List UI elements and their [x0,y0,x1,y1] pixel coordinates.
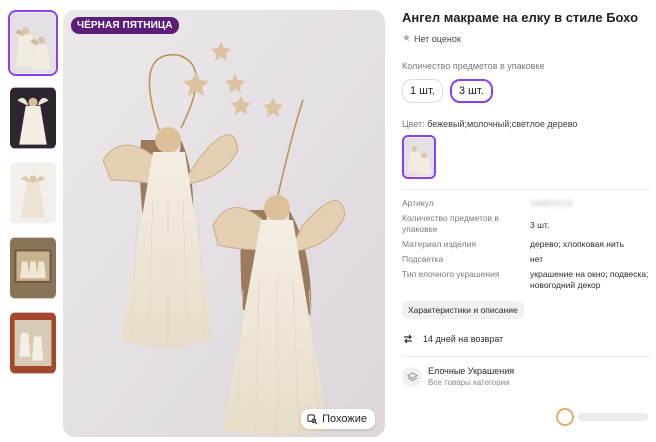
spec-value: нет [530,254,544,264]
characteristics-button[interactable]: Характеристики и описание [402,301,524,319]
category-link[interactable]: Елочные Украшения Все товары категории [402,366,652,388]
category-name: Елочные Украшения [428,366,515,376]
watermark-icon [556,408,574,426]
return-text: 14 дней на возврат [423,334,504,344]
category-sub: Все товары категории [428,378,510,387]
spec-key: Количество предметов в упаковке [402,213,500,234]
thumbnail-list [8,10,60,385]
thumbnail-5-image [10,312,56,374]
spec-row: Артикул 184902218 [402,198,652,209]
thumbnail-2-image [10,87,56,149]
spec-key: Материал изделия [402,239,476,249]
thumbnail-3[interactable] [8,160,58,226]
similar-button[interactable]: Похожие [301,409,375,429]
spec-row: Подсветка нет [402,254,652,265]
star-icon: ★ [402,33,411,44]
layers-icon [406,371,418,381]
spec-value: украшение на окно; подвеска; новогодний … [530,269,649,290]
spec-key: Артикул [402,198,434,208]
thumbnail-4[interactable] [8,235,58,301]
category-text: Елочные Украшения Все товары категории [428,366,514,388]
spec-row: Материал изделия дерево; хлопковая нить [402,239,652,250]
product-info: Ангел макраме на елку в стиле Бохо ★ Нет… [402,10,652,388]
color-line: Цвет: бежевый;молочный;светлое дерево [402,119,652,129]
watermark-logo [556,405,652,429]
spec-value: 3 шт. [530,220,550,230]
rating[interactable]: ★ Нет оценок [402,33,652,44]
product-title: Ангел макраме на елку в стиле Бохо [402,10,639,25]
watermark-text [578,413,648,421]
specs-list: Артикул 184902218 Количество предметов в… [402,198,652,291]
angel-macrame-photo [63,10,385,437]
category-icon [402,367,422,387]
qty-options: 1 шт. 3 шт. [402,79,652,103]
spec-row: Тип елочного украшения украшение на окно… [402,269,652,291]
divider [402,189,652,190]
color-swatch[interactable] [402,135,436,179]
rating-text: Нет оценок [413,33,461,44]
thumbnail-4-image [10,237,56,299]
color-swatch-image [404,137,434,177]
qty-option-1[interactable]: 1 шт. [402,79,443,103]
spec-key: Тип елочного украшения [402,269,500,279]
thumbnail-5[interactable] [8,310,58,376]
spec-row: Количество предметов в упаковке 3 шт. [402,213,652,235]
return-arrows-icon [404,334,412,344]
qty-option-3[interactable]: 3 шт. [449,79,493,103]
divider [402,356,652,357]
thumbnail-1[interactable] [8,10,58,76]
similar-search-icon [307,413,318,424]
qty-label: Количество предметов в упаковке [402,61,545,71]
return-policy[interactable]: 14 дней на возврат [402,333,652,345]
thumbnail-2[interactable] [8,85,58,151]
thumbnail-3-image [10,162,56,224]
spec-value: дерево; хлопковая нить [530,239,625,249]
color-value: бежевый;молочный;светлое дерево [427,119,578,129]
main-product-image[interactable]: ЧЁРНАЯ ПЯТНИЦА Похожие [63,10,385,437]
color-label: Цвет: [402,119,425,129]
similar-button-label: Похожие [322,413,367,425]
thumbnail-1-image [10,12,56,74]
black-friday-badge: ЧЁРНАЯ ПЯТНИЦА [71,17,179,34]
spec-key: Подсветка [402,254,444,264]
spec-value: 184902218 [530,198,573,208]
